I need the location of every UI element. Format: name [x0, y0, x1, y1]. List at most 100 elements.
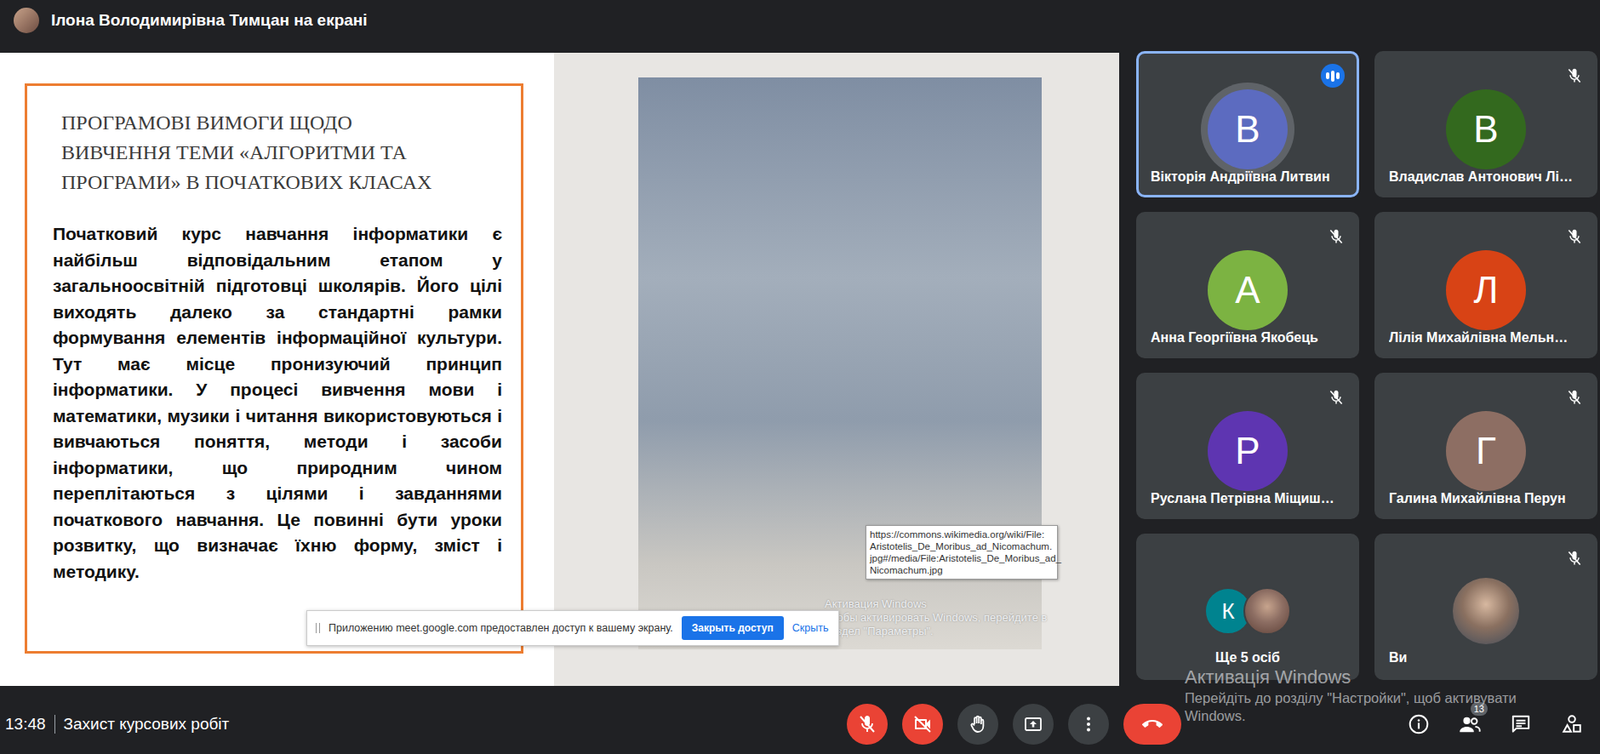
tile-top: [1388, 222, 1583, 251]
drag-handle-icon[interactable]: [315, 622, 320, 634]
participant-name: Владислав Антонович Лі…: [1388, 169, 1583, 187]
meeting-info: 13:48 Захист курсових робіт: [5, 714, 533, 734]
tooltip-line: Nicomachum.jpg: [869, 564, 1054, 577]
slide-left: ПРОГРАМОВІ ВИМОГИ ЩОДОВИВЧЕННЯ ТЕМИ «АЛГ…: [0, 52, 555, 686]
avatar: А: [1207, 250, 1288, 331]
tooltip-line: https://commons.wikimedia.org/wiki/File:: [869, 528, 1054, 541]
hide-link[interactable]: Скрыть: [792, 622, 829, 635]
info-button[interactable]: [1399, 704, 1439, 744]
presentation-area: ПРОГРАМОВІ ВИМОГИ ЩОДОВИВЧЕННЯ ТЕМИ «АЛГ…: [0, 40, 1120, 694]
screen-share-bar: Приложению meet.google.com предоставлен …: [306, 610, 840, 646]
present-icon: [1022, 714, 1044, 735]
participant-tile[interactable]: РРуслана Петрівна Міщиш…: [1136, 372, 1360, 520]
mic-icon: [857, 714, 878, 735]
tile-avatar-area: Р: [1150, 411, 1345, 492]
presenter-avatar: [13, 7, 40, 34]
chat-icon: [1509, 713, 1532, 736]
participant-name: Ще 5 осіб: [1150, 650, 1345, 668]
more-icon: [1078, 714, 1099, 735]
slide-text-box: ПРОГРАМОВІ ВИМОГИ ЩОДОВИВЧЕННЯ ТЕМИ «АЛГ…: [24, 83, 524, 654]
meeting-title: Захист курсових робіт: [63, 714, 230, 734]
hangup-button[interactable]: [1123, 703, 1182, 745]
camera-icon: [912, 714, 933, 735]
avatar: В: [1207, 89, 1288, 170]
call-controls: [532, 703, 1400, 745]
info-icon: [1407, 713, 1430, 736]
avatar: В: [1445, 89, 1526, 170]
watermark-line: раздел "Параметры".: [824, 624, 1047, 639]
present-button[interactable]: [1012, 703, 1054, 745]
windows-watermark-shared: Активация WindowsЧтобы активировать Wind…: [824, 597, 1047, 639]
tile-avatar-area: Л: [1388, 250, 1583, 331]
participant-tile[interactable]: ВВікторія Андріївна Литвин: [1136, 51, 1360, 198]
participant-tile[interactable]: Ви: [1374, 533, 1598, 680]
activities-button[interactable]: [1552, 704, 1592, 744]
tooltip-line: Aristotelis_De_Moribus_ad_Nicomachum.: [869, 540, 1054, 553]
mic-off-icon: [1565, 388, 1583, 406]
mic-off-icon: [1327, 388, 1345, 406]
sound-bar: [1336, 72, 1340, 80]
tile-top: [1150, 383, 1345, 412]
slide-title-line: ВИВЧЕННЯ ТЕМИ «АЛГОРИТМИ ТА: [61, 137, 503, 168]
speaking-indicator-icon: [1320, 63, 1345, 88]
tile-avatar-area: В: [1150, 89, 1345, 170]
activities-icon: [1560, 713, 1583, 736]
photo-avatar: [1243, 587, 1292, 635]
tile-top: [1388, 544, 1583, 572]
mic-off-icon: [1565, 67, 1583, 85]
tile-avatar-area: В: [1388, 89, 1583, 170]
avatar: Р: [1207, 411, 1288, 492]
participant-name: Вікторія Андріївна Литвин: [1150, 169, 1345, 187]
tile-avatar-area: А: [1150, 250, 1345, 331]
people-button[interactable]: 13: [1450, 704, 1490, 744]
sound-bar: [1331, 70, 1335, 82]
mic-button[interactable]: [846, 703, 888, 745]
link-tooltip: https://commons.wikimedia.org/wiki/File:…: [865, 525, 1058, 580]
people-icon: [1457, 712, 1482, 737]
shared-screen: ПРОГРАМОВІ ВИМОГИ ЩОДОВИВЧЕННЯ ТЕМИ «АЛГ…: [0, 52, 1120, 686]
avatar: Л: [1445, 250, 1526, 331]
more-button[interactable]: [1068, 703, 1109, 745]
mic-off-icon: [1327, 228, 1345, 246]
camera-button[interactable]: [902, 703, 943, 745]
slide-body: Початковий курс навчання інформатики є н…: [52, 221, 503, 585]
hand-icon: [967, 714, 989, 735]
participant-name: Галина Михайлівна Перун: [1388, 491, 1583, 509]
participant-tile[interactable]: ВВладислав Антонович Лі…: [1374, 51, 1598, 198]
watermark-line: Windows.: [1184, 707, 1517, 726]
stop-sharing-button[interactable]: Закрыть доступ: [681, 616, 784, 640]
participant-grid: ВВікторія Андріївна ЛитвинВВладислав Ант…: [1119, 40, 1600, 694]
side-actions: 13: [1399, 704, 1592, 744]
share-message: Приложению meet.google.com предоставлен …: [328, 622, 674, 635]
tile-top: [1150, 222, 1345, 251]
participant-tile[interactable]: ААнна Георгіївна Якобець: [1136, 211, 1360, 359]
clock: 13:48: [5, 714, 46, 734]
participant-name: Руслана Петрівна Міщиш…: [1150, 491, 1345, 509]
top-bar: Ілона Володимирівна Тимцан на екрані: [0, 0, 1600, 41]
sound-bar: [1325, 72, 1330, 80]
hand-button[interactable]: [957, 703, 999, 745]
tile-avatar-area: Г: [1388, 411, 1583, 492]
participant-tile[interactable]: ГГалина Михайлівна Перун: [1374, 372, 1598, 520]
tile-top: [1388, 383, 1583, 412]
participant-name: Лілія Михайлівна Мельн…: [1388, 330, 1583, 348]
watermark-title: Активація Windows: [1184, 665, 1517, 690]
tile-top: [1150, 544, 1345, 572]
chat-button[interactable]: [1501, 704, 1541, 744]
tile-avatar-area: К: [1150, 571, 1345, 651]
mic-off-icon: [1565, 549, 1583, 567]
self-photo: [1452, 577, 1520, 645]
participant-tile[interactable]: КЩе 5 осіб: [1136, 533, 1360, 680]
participant-name: Анна Георгіївна Якобець: [1150, 330, 1345, 348]
avatar: Г: [1445, 411, 1526, 492]
mic-off-icon: [1565, 228, 1583, 246]
participant-tile[interactable]: ЛЛілія Михайлівна Мельн…: [1374, 211, 1598, 359]
tile-top: [1388, 62, 1583, 90]
watermark-line: Чтобы активировать Windows, перейдите в: [824, 611, 1047, 625]
watermark-line: Перейдіть до розділу "Настройки", щоб ак…: [1184, 689, 1517, 708]
tile-avatar-area: [1388, 571, 1583, 651]
slide-title-line: ПРОГРАМИ» В ПОЧАТКОВИХ КЛАСАХ: [61, 167, 503, 198]
hangup-icon: [1142, 714, 1163, 735]
presenter-label: Ілона Володимирівна Тимцан на екрані: [51, 11, 368, 30]
watermark-line: Активация Windows: [824, 597, 1047, 612]
